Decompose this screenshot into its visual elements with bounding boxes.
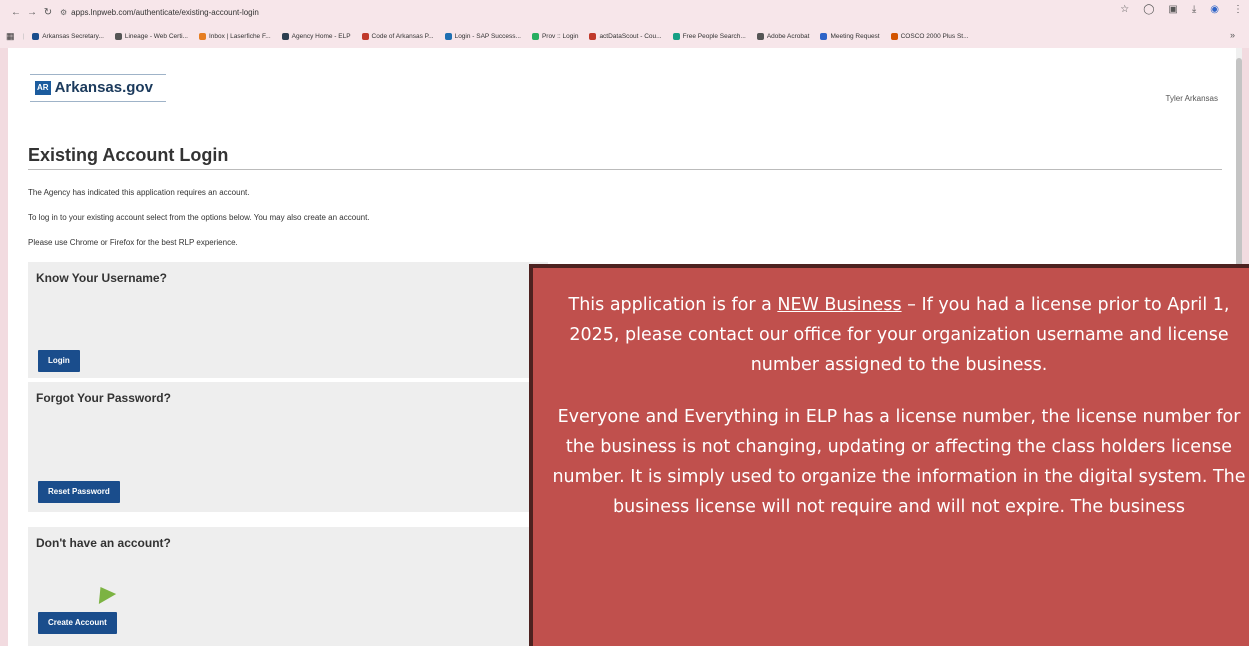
intro-line-3: Please use Chrome or Firefox for the bes… — [28, 238, 238, 247]
notice-text: This application is for a — [568, 295, 778, 315]
bookmark-favicon-icon — [756, 32, 764, 40]
bookmark-favicon-icon — [198, 32, 206, 40]
bookmark-item[interactable]: COSCO 2000 Plus St... — [890, 32, 969, 40]
page-title: Existing Account Login — [28, 145, 229, 165]
reload-icon[interactable]: ↻ — [40, 7, 56, 18]
intro-line-1: The Agency has indicated this applicatio… — [28, 188, 250, 197]
bookmark-list: Arkansas Secretary... Lineage - Web Certi… — [32, 32, 979, 40]
ar-logo-badge: AR — [35, 80, 51, 95]
bookmark-label: Inbox | Laserfiche F... — [208, 32, 271, 40]
extensions-icon[interactable]: ◯ — [1143, 4, 1154, 15]
url-text: apps.lnpweb.com/authenticate/existing-ac… — [71, 7, 259, 17]
bookmark-favicon-icon — [890, 32, 898, 40]
username-panel: Know Your Username? Login — [28, 262, 548, 378]
bookmark-favicon-icon — [361, 32, 369, 40]
divider: | — [22, 32, 25, 40]
bookmark-label: Lineage - Web Certi... — [124, 32, 188, 40]
user-name[interactable]: Tyler Arkansas — [1166, 94, 1218, 103]
panel-heading: Know Your Username? — [36, 271, 167, 285]
bookmark-favicon-icon — [820, 32, 828, 40]
password-panel: Forgot Your Password? Reset Password — [28, 382, 548, 512]
bookmark-favicon-icon — [444, 32, 452, 40]
download-icon[interactable]: ⤓ — [1192, 4, 1196, 15]
tab-search-icon[interactable]: ▣ — [1168, 4, 1177, 15]
bookmarks-bar: ▦ | Arkansas Secretary... Lineage - Web C… — [0, 24, 1249, 48]
site-logo[interactable]: AR Arkansas.gov — [30, 74, 166, 102]
bookmark-label: COSCO 2000 Plus St... — [900, 32, 969, 40]
menu-icon[interactable]: ⋮ — [1233, 4, 1243, 15]
back-icon[interactable]: ← — [8, 7, 24, 18]
bookmark-item[interactable]: Meeting Request — [820, 32, 880, 40]
panel-heading: Don't have an account? — [36, 536, 171, 550]
bookmark-favicon-icon — [672, 32, 680, 40]
bookmark-item[interactable]: Free People Search... — [672, 32, 746, 40]
notice-paragraph-1: This application is for a NEW Business –… — [543, 290, 1249, 380]
forward-icon[interactable]: → — [24, 7, 40, 18]
profile-icon[interactable]: ◉ — [1210, 4, 1219, 15]
star-icon[interactable]: ☆ — [1120, 4, 1129, 15]
bookmark-label: Code of Arkansas P... — [371, 32, 434, 40]
reset-password-button[interactable]: Reset Password — [38, 481, 120, 503]
bookmark-item[interactable]: Login - SAP Success... — [444, 32, 521, 40]
bookmark-favicon-icon — [114, 32, 122, 40]
bookmark-item[interactable]: Inbox | Laserfiche F... — [198, 32, 271, 40]
bookmark-item[interactable]: Agency Home - ELP — [281, 32, 351, 40]
bookmark-item[interactable]: actDataScout - Cou... — [589, 32, 662, 40]
bookmark-label: Prov :: Login — [541, 32, 579, 40]
bookmark-label: Agency Home - ELP — [291, 32, 351, 40]
bookmark-favicon-icon — [589, 32, 597, 40]
address-bar: ← → ↻ ⚙ apps.lnpweb.com/authenticate/exi… — [0, 0, 1249, 24]
bookmark-item[interactable]: Arkansas Secretary... — [32, 32, 104, 40]
intro-line-2: To log in to your existing account selec… — [28, 213, 370, 222]
notice-paragraph-2: Everyone and Everything in ELP has a lic… — [552, 407, 1246, 517]
bookmark-item[interactable]: Prov :: Login — [531, 32, 579, 40]
panel-heading: Forgot Your Password? — [36, 391, 171, 405]
bookmark-item[interactable]: Adobe Acrobat — [756, 32, 810, 40]
bookmark-favicon-icon — [531, 32, 539, 40]
bookmark-item[interactable]: Code of Arkansas P... — [361, 32, 434, 40]
bookmark-label: Adobe Acrobat — [766, 32, 810, 40]
bookmark-label: Login - SAP Success... — [454, 32, 521, 40]
brand-name: Arkansas.gov — [54, 79, 153, 96]
create-account-button[interactable]: Create Account — [38, 612, 117, 634]
apps-grid-icon[interactable]: ▦ — [6, 31, 15, 42]
title-divider — [28, 169, 1222, 170]
bookmark-label: Free People Search... — [682, 32, 746, 40]
login-button[interactable]: Login — [38, 350, 80, 372]
bookmark-label: actDataScout - Cou... — [599, 32, 662, 40]
bookmark-label: Arkansas Secretary... — [42, 32, 104, 40]
url-field[interactable]: ⚙ apps.lnpweb.com/authenticate/existing-… — [60, 8, 259, 17]
new-business-notice: This application is for a NEW Business –… — [529, 264, 1249, 646]
bookmark-favicon-icon — [281, 32, 289, 40]
bookmark-item[interactable]: Lineage - Web Certi... — [114, 32, 188, 40]
new-business-emphasis: NEW Business — [777, 295, 902, 315]
site-info-icon[interactable]: ⚙ — [60, 8, 67, 17]
bookmarks-more-button[interactable]: » — [1230, 30, 1235, 40]
bookmark-favicon-icon — [32, 32, 40, 40]
bookmark-label: Meeting Request — [830, 32, 880, 40]
